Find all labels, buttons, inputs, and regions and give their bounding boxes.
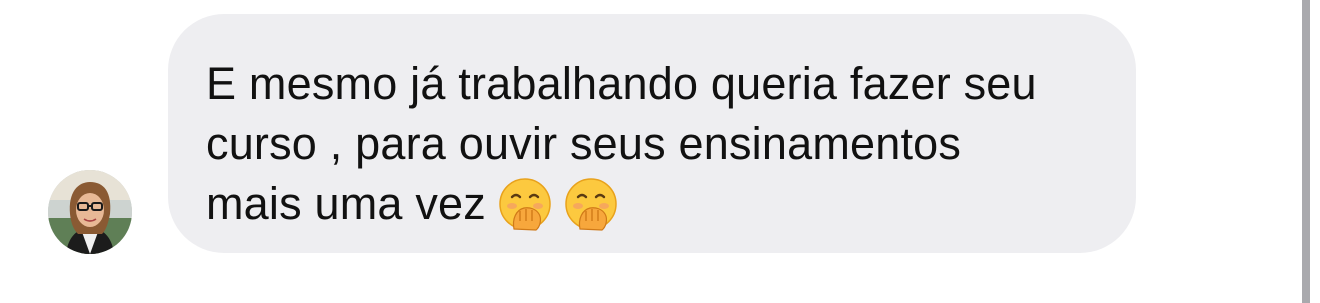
message-bubble[interactable]: E mesmo já trabalhando queria fazer seu … [168,14,1136,253]
message-line-2: curso , para ouvir seus ensinamentos [206,118,962,169]
avatar-photo [48,170,132,254]
face-with-hand-over-mouth-icon [564,177,618,231]
chat-view: E mesmo já trabalhando queria fazer seu … [0,0,1320,303]
avatar[interactable] [48,170,132,254]
scrollbar[interactable] [1302,0,1310,303]
message-line-1: E mesmo já trabalhando queria fazer seu [206,58,1037,109]
message-line-3: mais uma vez [206,174,1096,234]
face-with-hand-over-mouth-icon [498,177,552,231]
message-line-3-text: mais uma vez [206,178,486,229]
